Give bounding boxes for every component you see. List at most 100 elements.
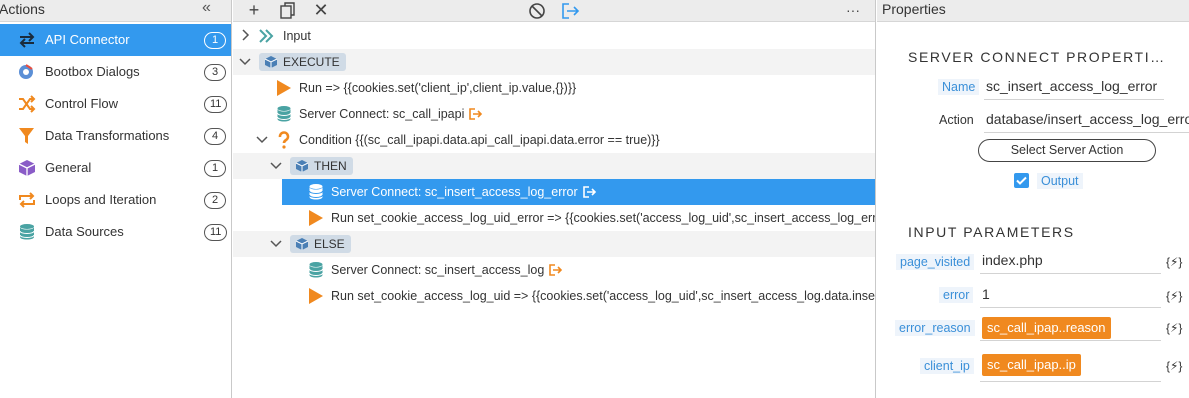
properties-title: Properties bbox=[882, 1, 946, 17]
flow-row-label: Server Connect: sc_call_ipapi bbox=[299, 107, 483, 121]
play-icon bbox=[309, 288, 323, 304]
more-options-icon[interactable]: ··· bbox=[841, 0, 865, 22]
else-tag: ELSE bbox=[290, 235, 351, 253]
action-count-badge: 1 bbox=[204, 32, 226, 49]
then-label: THEN bbox=[314, 159, 347, 173]
name-label: Name bbox=[938, 79, 980, 95]
database-icon bbox=[309, 184, 323, 200]
flow-row-label: Server Connect: sc_insert_access_log_err… bbox=[331, 185, 597, 199]
flow-row-run-cookie[interactable]: Run set_cookie_access_log_uid => {{cooki… bbox=[233, 283, 876, 309]
properties-header: Properties bbox=[877, 0, 1189, 22]
dynamic-data-icon[interactable]: {⚡} bbox=[1166, 255, 1182, 269]
flow-row-label: Server Connect: sc_insert_access_log bbox=[331, 263, 563, 277]
action-label: API Connector bbox=[45, 32, 130, 47]
param-label-client-ip: client_ip bbox=[920, 358, 974, 374]
flow-row-text: Server Connect: sc_insert_access_log_err… bbox=[331, 185, 578, 199]
action-item-control-flow[interactable]: Control Flow 11 bbox=[0, 88, 231, 120]
actions-header: Actions « bbox=[0, 0, 231, 22]
flow-toolbar: + ✕ ··· bbox=[233, 0, 875, 22]
param-label-error: error bbox=[939, 287, 974, 303]
cube-icon bbox=[295, 238, 309, 250]
action-count-badge: 11 bbox=[204, 96, 228, 113]
action-item-api-connector[interactable]: API Connector 1 bbox=[0, 24, 231, 56]
action-label: Control Flow bbox=[45, 96, 118, 111]
database-icon bbox=[277, 106, 291, 122]
dynamic-data-icon[interactable]: {⚡} bbox=[1166, 321, 1182, 335]
exit-link-icon[interactable] bbox=[582, 186, 597, 198]
else-label: ELSE bbox=[314, 237, 345, 251]
control-flow-icon bbox=[19, 95, 36, 113]
flow-row-then[interactable]: THEN bbox=[233, 153, 875, 179]
flow-row-input[interactable]: Input bbox=[233, 23, 875, 49]
add-icon[interactable]: + bbox=[242, 0, 266, 22]
action-count-badge: 4 bbox=[204, 128, 226, 145]
cube-icon bbox=[295, 160, 309, 172]
output-label: Output bbox=[1037, 173, 1083, 189]
action-item-general[interactable]: General 1 bbox=[0, 152, 231, 184]
input-arrows-icon bbox=[259, 29, 274, 43]
action-label: Data Transformations bbox=[45, 128, 170, 143]
flow-row-label: Run => {{cookies.set('client_ip',client_… bbox=[299, 81, 577, 95]
flow-row-text: Server Connect: sc_call_ipapi bbox=[299, 107, 465, 121]
flow-row-label: Run set_cookie_access_log_uid => {{cooki… bbox=[331, 289, 876, 303]
param-field-error-reason[interactable]: sc_call_ipap..reason bbox=[980, 315, 1161, 341]
action-item-data-transformations[interactable]: Data Transformations 4 bbox=[0, 120, 231, 152]
dynamic-data-icon[interactable]: {⚡} bbox=[1166, 289, 1182, 303]
binding-pill: sc_call_ipap..reason bbox=[982, 317, 1111, 339]
action-item-data-sources[interactable]: Data Sources 11 bbox=[0, 216, 231, 248]
flow-row-execute[interactable]: EXECUTE bbox=[233, 49, 875, 75]
delete-icon[interactable]: ✕ bbox=[309, 0, 333, 22]
output-checkbox[interactable] bbox=[1014, 173, 1029, 188]
cube-icon bbox=[18, 160, 36, 176]
name-field[interactable]: sc_insert_access_log_error bbox=[984, 74, 1164, 100]
flow-row-condition[interactable]: Condition {{(sc_call_ipapi.data.api_call… bbox=[233, 127, 875, 153]
exit-link-icon[interactable] bbox=[469, 108, 483, 120]
flow-row-sc-insert[interactable]: Server Connect: sc_insert_access_log bbox=[233, 257, 875, 283]
chevron-down-icon[interactable] bbox=[269, 236, 283, 250]
flow-row-else[interactable]: ELSE bbox=[233, 231, 875, 257]
action-label: Data Sources bbox=[45, 224, 124, 239]
flow-row-run-cookie-error[interactable]: Run set_cookie_access_log_uid_error => {… bbox=[233, 205, 876, 231]
param-label-error-reason: error_reason bbox=[895, 320, 975, 336]
filter-icon bbox=[19, 128, 34, 144]
select-server-action-button[interactable]: Select Server Action bbox=[978, 139, 1156, 162]
param-field-page-visited[interactable]: index.php bbox=[980, 248, 1161, 274]
action-label: Action bbox=[939, 113, 974, 127]
cube-icon bbox=[264, 56, 278, 68]
copy-icon[interactable] bbox=[276, 0, 300, 22]
input-parameters-section-title: INPUT PARAMETERS bbox=[908, 224, 1075, 240]
action-label: General bbox=[45, 160, 92, 175]
export-icon[interactable] bbox=[559, 0, 583, 22]
chevron-down-icon[interactable] bbox=[269, 158, 283, 172]
execute-tag: EXECUTE bbox=[259, 53, 346, 71]
execute-label: EXECUTE bbox=[283, 55, 340, 69]
dynamic-data-icon[interactable]: {⚡} bbox=[1166, 359, 1182, 373]
server-connect-section-title: SERVER CONNECT PROPERTI… bbox=[908, 49, 1166, 65]
flow-row-label: Run set_cookie_access_log_uid_error => {… bbox=[331, 211, 876, 225]
chevron-down-icon[interactable] bbox=[238, 54, 252, 68]
flow-row-label: Condition {{(sc_call_ipapi.data.api_call… bbox=[299, 133, 660, 147]
question-icon bbox=[278, 131, 290, 149]
flow-row-sc-call-ipapi[interactable]: Server Connect: sc_call_ipapi bbox=[233, 101, 875, 127]
collapse-panel-icon[interactable]: « bbox=[202, 0, 211, 17]
flow-row-label: Input bbox=[283, 29, 311, 43]
param-label-page-visited: page_visited bbox=[896, 254, 975, 270]
action-label: Bootbox Dialogs bbox=[45, 64, 140, 79]
loop-icon bbox=[19, 192, 35, 208]
param-field-client-ip[interactable]: sc_call_ipap..ip bbox=[980, 352, 1161, 382]
exit-link-icon[interactable] bbox=[549, 264, 563, 276]
flow-row-run-client-ip[interactable]: Run => {{cookies.set('client_ip',client_… bbox=[233, 75, 875, 101]
param-field-error[interactable]: 1 bbox=[980, 282, 1161, 308]
action-item-bootbox-dialogs[interactable]: Bootbox Dialogs 3 bbox=[0, 56, 231, 88]
action-count-badge: 11 bbox=[204, 224, 228, 241]
action-count-badge: 3 bbox=[204, 64, 226, 81]
flow-row-sc-insert-error[interactable]: Server Connect: sc_insert_access_log_err… bbox=[282, 179, 875, 205]
disable-icon[interactable] bbox=[525, 0, 549, 22]
action-field[interactable]: database/insert_access_log_error bbox=[984, 107, 1189, 133]
chevron-down-icon[interactable] bbox=[255, 132, 269, 146]
bootbox-icon bbox=[19, 64, 33, 79]
action-count-badge: 2 bbox=[204, 192, 226, 209]
properties-panel: Properties SERVER CONNECT PROPERTI… Name… bbox=[877, 0, 1189, 398]
chevron-right-icon[interactable] bbox=[238, 28, 252, 42]
action-item-loops-iteration[interactable]: Loops and Iteration 2 bbox=[0, 184, 231, 216]
